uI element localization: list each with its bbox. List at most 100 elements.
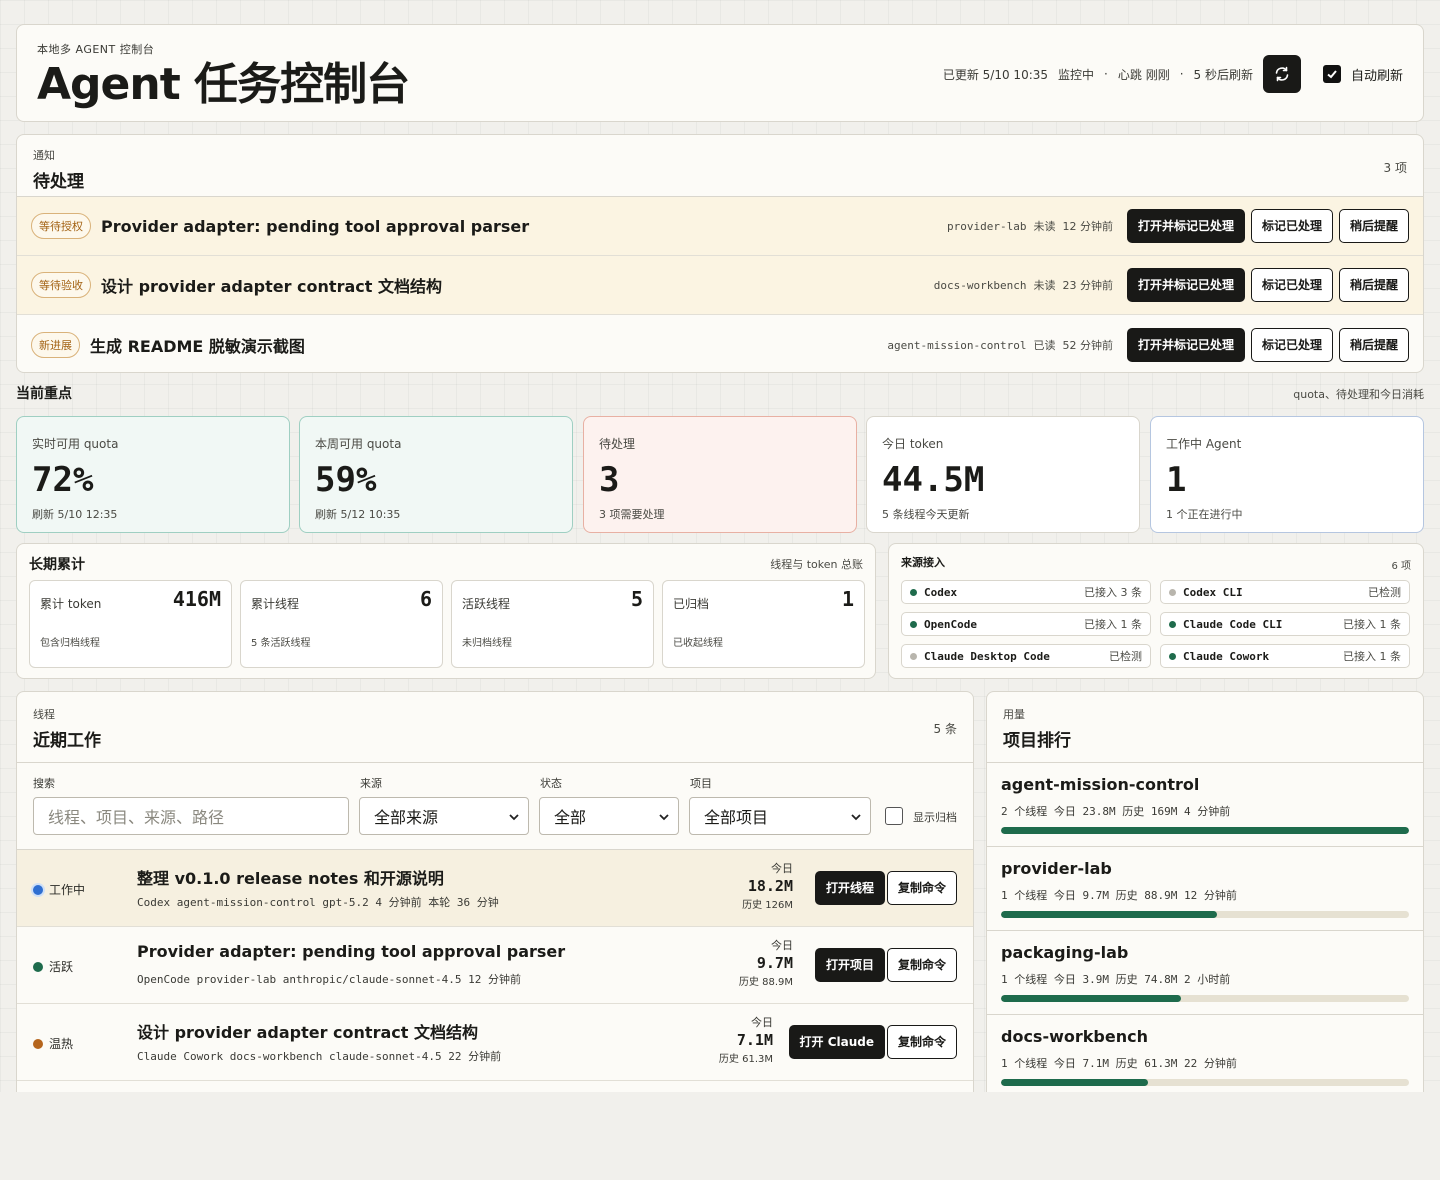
- source-item[interactable]: Claude Cowork 已接入 1 条: [1160, 644, 1410, 668]
- thread-status: 工作中: [33, 881, 85, 898]
- notifications-eyebrow: 通知: [33, 149, 55, 162]
- thread-token-usage: 今日 7.1M 历史 61.3M: [719, 1014, 773, 1065]
- show-archived-checkbox[interactable]: [885, 807, 903, 825]
- separator-dot: ·: [1104, 67, 1108, 81]
- kpi-sub: 3 项需要处理: [599, 508, 665, 521]
- chevron-down-icon: [851, 814, 861, 821]
- source-item[interactable]: OpenCode 已接入 1 条: [901, 612, 1151, 636]
- ranking-header: 用量 项目排行: [987, 692, 1423, 763]
- source-name: Claude Code CLI: [1183, 617, 1283, 631]
- status-dot: [910, 620, 917, 628]
- mark-handled-button[interactable]: 标记已处理: [1250, 327, 1333, 362]
- threads-count: 5 条: [933, 722, 957, 736]
- open-and-mark-button[interactable]: 打开并标记已处理: [1126, 327, 1245, 362]
- source-item[interactable]: Codex 已接入 3 条: [901, 580, 1151, 604]
- project-name: agent-mission-control: [1001, 775, 1200, 794]
- thread-status-label: 工作中: [49, 883, 86, 897]
- open-claude-button[interactable]: 打开 Claude: [788, 1025, 885, 1059]
- next-refresh: 5 秒后刷新: [1193, 67, 1253, 82]
- history-token: 历史 126M: [742, 900, 793, 911]
- source-status: 已检测: [1109, 650, 1142, 663]
- source-select[interactable]: 全部来源: [359, 797, 529, 835]
- ranking-row[interactable]: docs-workbench 1 个线程 今日 7.1M 历史 61.3M 22…: [987, 1015, 1423, 1099]
- monitor-status: 监控中: [1058, 67, 1095, 82]
- notification-row: 新进展 生成 README 脱敏演示截图 agent-mission-contr…: [17, 315, 1423, 372]
- notification-title: 设计 provider adapter contract 文档结构: [101, 277, 442, 296]
- stat-card-total-token: 累计 token 416M 包含归档线程: [29, 580, 232, 668]
- copy-command-button[interactable]: 复制命令: [886, 1025, 957, 1059]
- ranking-row[interactable]: provider-lab 1 个线程 今日 9.7M 历史 88.9M 12 分…: [987, 847, 1423, 931]
- ranking-row[interactable]: packaging-lab 1 个线程 今日 3.9M 历史 74.8M 2 小…: [987, 931, 1423, 1015]
- usage-bar-fill: [1001, 1079, 1148, 1086]
- source-item[interactable]: Codex CLI 已检测: [1160, 580, 1410, 604]
- focus-title: 当前重点: [16, 386, 72, 402]
- status-dot: [1169, 620, 1176, 628]
- notification-read: 未读: [1033, 220, 1056, 233]
- kpi-card-today-token: 今日 token 44.5M 5 条线程今天更新: [866, 416, 1140, 533]
- stat-card-total-threads: 累计线程 6 5 条活跃线程: [240, 580, 443, 668]
- open-project-button[interactable]: 打开项目: [814, 948, 885, 982]
- remind-later-button[interactable]: 稍后提醒: [1338, 327, 1409, 362]
- focus-note: quota、待处理和今日消耗: [1293, 388, 1424, 401]
- mark-handled-button[interactable]: 标记已处理: [1250, 209, 1333, 243]
- usage-bar: [1001, 911, 1409, 918]
- notification-meta: provider-lab 未读 12 分钟前: [947, 218, 1113, 234]
- notifications-header: 通知 待处理 3 项: [17, 135, 1423, 197]
- status-dot: [910, 652, 917, 660]
- status-dot: [33, 1038, 43, 1049]
- thread-title: 整理 v0.1.0 release notes 和开源说明: [137, 869, 444, 888]
- kpi-sub: 刷新 5/12 10:35: [315, 508, 401, 521]
- auto-refresh-label[interactable]: 自动刷新: [1351, 65, 1403, 84]
- stat-sub: 未归档线程: [462, 638, 512, 649]
- header-panel: 本地多 AGENT 控制台 Agent 任务控制台 已更新 5/10 10:35…: [16, 24, 1424, 122]
- focus-header: 当前重点 quota、待处理和今日消耗: [16, 383, 1424, 403]
- heartbeat-status: 心跳 刚刚: [1117, 67, 1170, 82]
- longterm-panel: 长期累计 线程与 token 总账 累计 token 416M 包含归档线程 累…: [16, 543, 876, 679]
- copy-command-button[interactable]: 复制命令: [886, 871, 957, 905]
- stat-sub: 包含归档线程: [40, 638, 100, 649]
- source-name: Claude Cowork: [1183, 649, 1270, 663]
- stat-card-archived: 已归档 1 已收起线程: [662, 580, 865, 668]
- project-meta: 1 个线程 今日 3.9M 历史 74.8M 2 小时前: [1001, 973, 1231, 986]
- open-and-mark-button[interactable]: 打开并标记已处理: [1126, 268, 1245, 302]
- thread-status-label: 温热: [49, 1037, 74, 1051]
- longterm-title: 长期累计: [29, 557, 85, 573]
- show-archived-label[interactable]: 显示归档: [913, 809, 957, 825]
- today-token: 7.1M: [736, 1031, 773, 1049]
- source-item[interactable]: Claude Code CLI 已接入 1 条: [1160, 612, 1410, 636]
- ranking-row[interactable]: agent-mission-control 2 个线程 今日 23.8M 历史 …: [987, 763, 1423, 847]
- remind-later-button[interactable]: 稍后提醒: [1338, 268, 1409, 302]
- notification-title: 生成 README 脱敏演示截图: [90, 336, 305, 356]
- source-item[interactable]: Claude Desktop Code 已检测: [901, 644, 1151, 668]
- project-select[interactable]: 全部项目: [689, 797, 871, 835]
- kpi-label: 待处理: [599, 437, 636, 451]
- usage-bar-fill: [1001, 911, 1218, 918]
- project-meta: 2 个线程 今日 23.8M 历史 169M 4 分钟前: [1001, 805, 1231, 818]
- remind-later-button[interactable]: 稍后提醒: [1338, 209, 1409, 243]
- refresh-button[interactable]: [1262, 55, 1301, 93]
- mark-handled-button[interactable]: 标记已处理: [1250, 268, 1333, 302]
- copy-command-button[interactable]: 复制命令: [886, 948, 957, 982]
- notifications-count: 3 项: [1383, 161, 1407, 175]
- kpi-card-working-agent: 工作中 Agent 1 1 个正在进行中: [1150, 416, 1424, 533]
- search-input[interactable]: 线程、项目、来源、路径: [33, 797, 349, 835]
- status-select-value: 全部: [554, 808, 587, 827]
- status-select[interactable]: 全部: [539, 797, 679, 835]
- stat-sub: 5 条活跃线程: [251, 638, 311, 649]
- kpi-value: 72%: [32, 460, 94, 500]
- auto-refresh-checkbox[interactable]: [1322, 65, 1341, 83]
- status-dot: [33, 961, 43, 972]
- open-and-mark-button[interactable]: 打开并标记已处理: [1126, 209, 1245, 243]
- stat-label: 已归档: [673, 597, 710, 611]
- status-badge: 等待授权: [31, 213, 91, 239]
- thread-token-usage: 今日 18.2M 历史 126M: [742, 860, 793, 911]
- thread-status: 温热: [33, 1035, 73, 1052]
- refresh-icon: [1275, 66, 1289, 82]
- thread-row[interactable]: 活跃 Provider adapter: pending tool approv…: [17, 927, 973, 1004]
- thread-row[interactable]: 温热 设计 provider adapter contract 文档结构 Cla…: [17, 1004, 973, 1081]
- threads-header: 线程 近期工作 5 条: [17, 692, 973, 763]
- open-thread-button[interactable]: 打开线程: [814, 871, 885, 905]
- notification-read: 未读: [1033, 279, 1056, 292]
- kpi-label: 本周可用 quota: [315, 437, 402, 451]
- thread-row[interactable]: 工作中 整理 v0.1.0 release notes 和开源说明 Codex …: [17, 850, 973, 927]
